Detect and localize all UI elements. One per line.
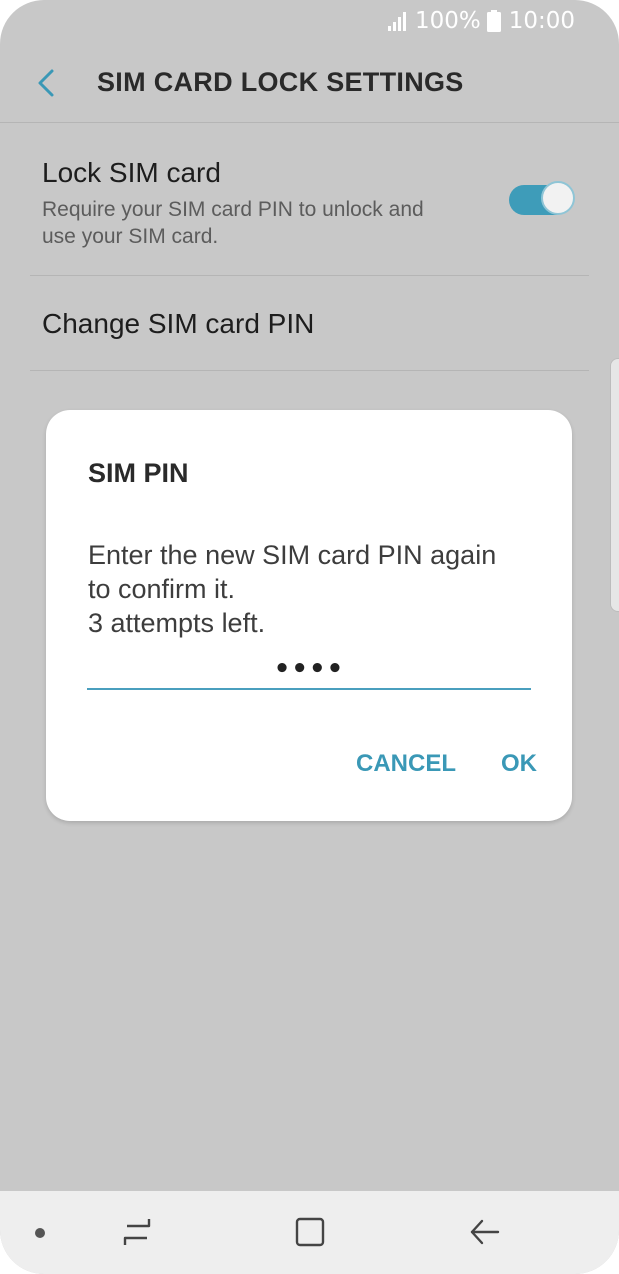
- app-header: SIM CARD LOCK SETTINGS: [0, 60, 619, 122]
- status-indicators: 100% 10:00: [387, 8, 575, 34]
- pin-input[interactable]: [87, 650, 531, 690]
- ok-button[interactable]: OK: [501, 750, 537, 778]
- home-icon[interactable]: [293, 1215, 327, 1249]
- battery-percent: 100%: [414, 8, 481, 34]
- lock-sim-toggle[interactable]: [509, 180, 575, 218]
- back-arrow-icon[interactable]: [34, 68, 60, 98]
- battery-icon: [486, 10, 501, 32]
- lock-sim-card-row[interactable]: Lock SIM card Require your SIM card PIN …: [0, 123, 619, 275]
- navigation-bar: [0, 1191, 619, 1274]
- recents-icon[interactable]: [121, 1215, 153, 1249]
- change-sim-pin-row[interactable]: Change SIM card PIN: [0, 276, 619, 370]
- status-bar: 100% 10:00: [0, 0, 619, 42]
- lock-sim-description: Require your SIM card PIN to unlock and …: [42, 198, 424, 248]
- dialog-title: SIM PIN: [88, 458, 189, 488]
- signal-icon: [387, 12, 406, 31]
- clock: 10:00: [508, 8, 575, 34]
- lock-sim-title: Lock SIM card: [42, 157, 221, 188]
- nav-dot-icon[interactable]: [35, 1228, 45, 1238]
- page-title: SIM CARD LOCK SETTINGS: [97, 67, 464, 97]
- change-pin-title: Change SIM card PIN: [42, 308, 315, 339]
- dialog-message: Enter the new SIM card PIN again to conf…: [88, 540, 497, 638]
- toggle-knob: [541, 181, 575, 215]
- phone-screen: 100% 10:00 SIM CARD LOCK SETTINGS Lock S…: [0, 0, 619, 1274]
- sim-pin-dialog: SIM PIN Enter the new SIM card PIN again…: [46, 410, 572, 821]
- scroll-indicator[interactable]: [610, 358, 619, 612]
- row-divider: [30, 370, 589, 371]
- cancel-button[interactable]: CANCEL: [356, 750, 456, 778]
- back-icon[interactable]: [468, 1215, 502, 1249]
